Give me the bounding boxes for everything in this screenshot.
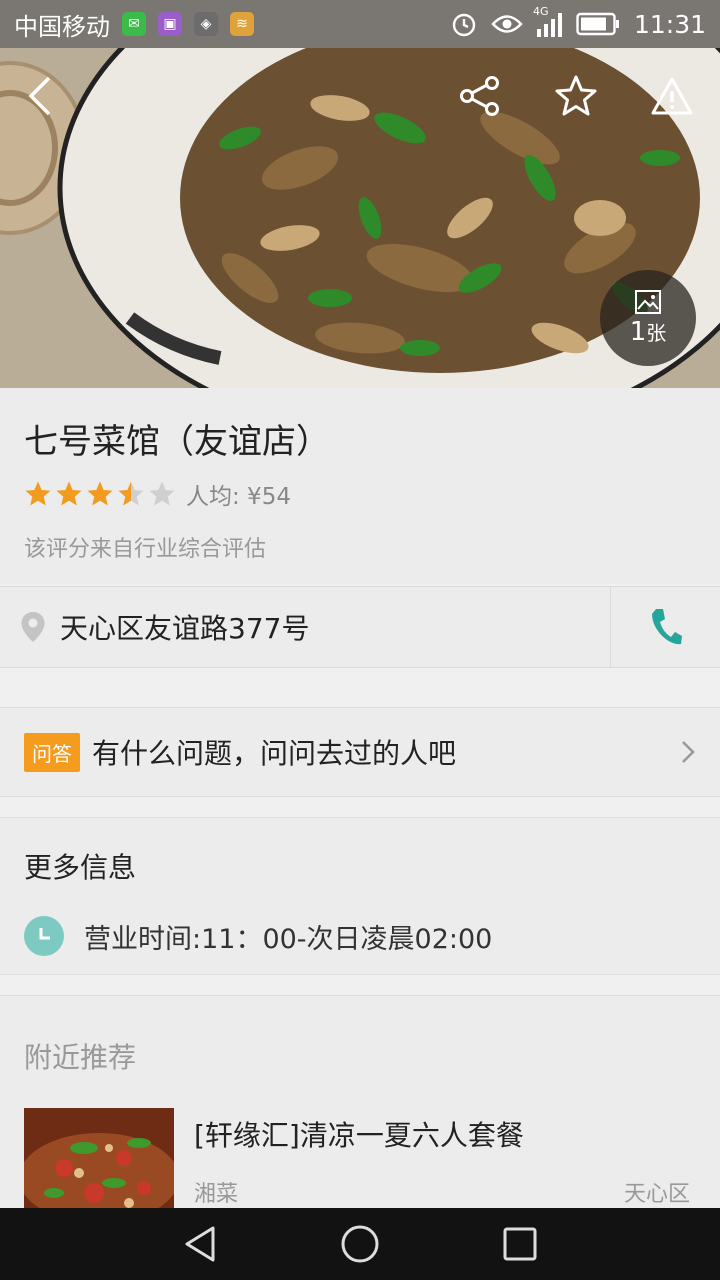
clock-icon (24, 916, 64, 956)
nearby-title: 附近推荐 (24, 1041, 137, 1074)
security-icon: ◈ (194, 12, 218, 36)
average-price: 人均: ¥54 (186, 484, 291, 510)
back-button[interactable] (14, 70, 66, 122)
nearby-section: 附近推荐 [轩缘汇]清凉一夏六人套餐 湘菜 天心区 (0, 995, 720, 1218)
star-icon (555, 75, 597, 116)
nav-home-button[interactable] (330, 1214, 390, 1274)
nearby-item-area: 天心区 (623, 1182, 690, 1207)
restaurant-name: 七号菜馆（友谊店） (24, 422, 330, 462)
status-bar: 中国移动 ✉ ▣ ◈ ≋ 4G 11:31 (0, 0, 720, 48)
nav-home-icon (341, 1225, 379, 1263)
image-icon (635, 290, 661, 314)
location-icon (21, 612, 45, 642)
nav-recents-button[interactable] (490, 1214, 550, 1274)
back-icon (28, 76, 51, 116)
rating-row: 人均: ¥54 (24, 477, 696, 511)
more-info-title: 更多信息 (24, 851, 137, 884)
rating-stars (24, 480, 176, 508)
rating-star-icon (87, 481, 113, 506)
nav-recents-icon (503, 1227, 537, 1261)
address-text: 天心区友谊路377号 (60, 612, 310, 645)
alarm-icon (452, 13, 476, 37)
qa-prompt: 有什么问题，问问去过的人吧 (92, 737, 457, 770)
battery-icon (576, 12, 619, 36)
photo-count-button[interactable]: 1张 (600, 270, 696, 366)
system-nav-bar (0, 1208, 720, 1280)
nearby-item-name: [轩缘汇]清凉一夏六人套餐 (194, 1119, 524, 1152)
nav-back-icon (185, 1226, 215, 1262)
opening-hours-row: 营业时间:11：00-次日凌晨02:00 (24, 916, 696, 956)
address-row[interactable]: 天心区友谊路377号 (0, 586, 720, 668)
nav-back-button[interactable] (170, 1214, 230, 1274)
gallery-icon: ▣ (158, 12, 182, 36)
signal-icon: 4G (533, 5, 562, 37)
rating-note: 该评分来自行业综合评估 (24, 537, 267, 562)
qa-row[interactable]: 问答 有什么问题，问问去过的人吧 (0, 707, 720, 797)
chevron-right-icon (682, 741, 695, 763)
report-button[interactable] (646, 70, 698, 122)
nearby-item-thumbnail (24, 1108, 174, 1218)
photo-count-label: 1张 (629, 317, 667, 347)
rating-star-icon (118, 481, 144, 506)
nearby-item-cuisine: 湘菜 (194, 1182, 239, 1207)
share-button[interactable] (454, 70, 506, 122)
qa-badge: 问答 (24, 732, 80, 772)
phone-icon (651, 609, 682, 645)
clock-time: 11:31 (633, 9, 706, 39)
rating-star-icon (56, 481, 82, 506)
rating-star-icon (149, 481, 175, 506)
carrier-label: 中国移动 (14, 12, 110, 41)
warning-icon (651, 77, 693, 115)
wifi-app-icon: ≋ (230, 12, 254, 36)
more-info-section: 更多信息 营业时间:11：00-次日凌晨02:00 (0, 817, 720, 975)
wechat-icon: ✉ (122, 12, 146, 36)
favorite-button[interactable] (550, 70, 602, 122)
call-button[interactable] (610, 586, 720, 668)
eye-icon (491, 15, 523, 33)
restaurant-info: 七号菜馆（友谊店） 人均: ¥54 该评分来自行业综合评估 (0, 388, 720, 584)
opening-hours: 营业时间:11：00-次日凌晨02:00 (84, 923, 493, 955)
share-icon (460, 76, 499, 116)
rating-star-icon (25, 481, 51, 506)
nearby-item[interactable]: [轩缘汇]清凉一夏六人套餐 湘菜 天心区 (24, 1108, 696, 1218)
hero-photo[interactable]: 1张 (0, 48, 720, 388)
